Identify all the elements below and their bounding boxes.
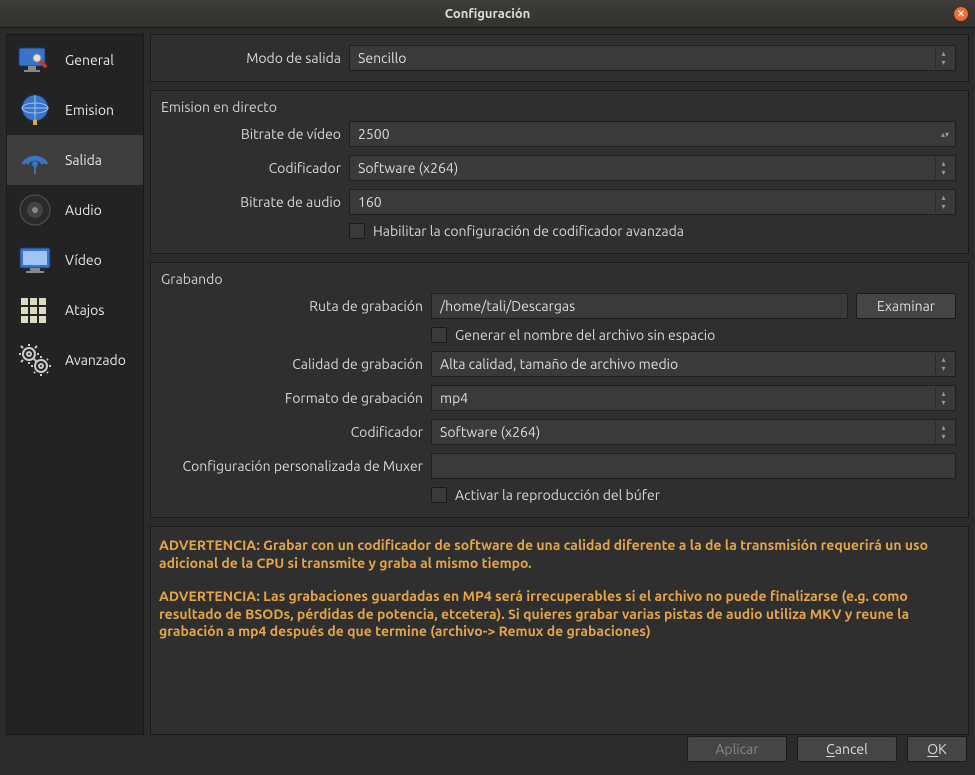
sidebar-item-label: General — [65, 52, 114, 68]
streaming-title: Emision en directo — [155, 95, 964, 117]
recording-format-label: Formato de grabación — [163, 390, 423, 406]
recording-path-label: Ruta de grabación — [163, 298, 423, 314]
sidebar-item-label: Audio — [65, 202, 102, 218]
recording-format-select[interactable]: mp4 ▴▾ — [431, 385, 956, 411]
video-bitrate-input[interactable]: 2500 ▴▾ — [349, 121, 956, 147]
recording-title: Grabando — [155, 267, 964, 289]
output-mode-value: Sencillo — [358, 50, 407, 66]
sidebar-item-label: Vídeo — [65, 252, 102, 268]
stream-encoder-label: Codificador — [163, 160, 341, 176]
sidebar-item-label: Atajos — [65, 302, 104, 318]
settings-sidebar: General Emision Salida Audio Vídeo — [6, 34, 144, 735]
apply-button: Aplicar — [687, 736, 787, 762]
sidebar-item-audio[interactable]: Audio — [7, 185, 143, 235]
warnings-panel: ADVERTENCIA: Grabar con un codificador d… — [150, 526, 969, 735]
sidebar-item-label: Salida — [65, 152, 102, 168]
sidebar-item-hotkeys[interactable]: Atajos — [7, 285, 143, 335]
output-mode-panel: Modo de salida Sencillo ▴▾ — [150, 34, 969, 82]
warning-text-2: ADVERTENCIA: Las grabaciones guardadas e… — [159, 588, 960, 641]
dropdown-caret-icon: ▴▾ — [935, 422, 951, 442]
stream-encoder-select[interactable]: Software (x264) ▴▾ — [349, 155, 956, 181]
broadcast-icon — [15, 140, 55, 180]
sidebar-item-label: Emision — [65, 102, 114, 118]
muxer-config-label: Configuración personalizada de Muxer — [163, 458, 423, 474]
recording-path-input[interactable] — [431, 293, 848, 319]
dropdown-caret-icon: ▴▾ — [935, 158, 951, 178]
cancel-button[interactable]: Cancel — [797, 736, 897, 762]
dropdown-caret-icon: ▴▾ — [935, 48, 951, 68]
sidebar-item-output[interactable]: Salida — [7, 135, 143, 185]
browse-button[interactable]: Examinar — [856, 293, 956, 319]
dropdown-caret-icon: ▴▾ — [935, 388, 951, 408]
close-button[interactable]: ✕ — [953, 6, 969, 22]
speaker-icon — [15, 190, 55, 230]
advanced-encoder-checkbox-label: Habilitar la configuración de codificado… — [373, 223, 684, 239]
grid-icon — [15, 290, 55, 330]
sidebar-item-general[interactable]: General — [7, 35, 143, 85]
dialog-footer: Aplicar Cancel OK — [0, 735, 975, 769]
globe-icon — [15, 90, 55, 130]
dropdown-caret-icon: ▴▾ — [935, 354, 951, 374]
streaming-panel: Emision en directo Bitrate de vídeo 2500… — [150, 90, 969, 254]
output-mode-select[interactable]: Sencillo ▴▾ — [349, 45, 956, 71]
filename-nospace-label: Generar el nombre del archivo sin espaci… — [455, 327, 715, 343]
output-mode-label: Modo de salida — [163, 50, 341, 66]
recording-quality-select[interactable]: Alta calidad, tamaño de archivo medio ▴▾ — [431, 351, 956, 377]
muxer-config-input[interactable] — [431, 453, 956, 479]
audio-bitrate-label: Bitrate de audio — [163, 194, 341, 210]
audio-bitrate-select[interactable]: 160 ▴▾ — [349, 189, 956, 215]
dropdown-caret-icon: ▴▾ — [935, 192, 951, 212]
advanced-encoder-checkbox[interactable] — [349, 223, 365, 239]
display-icon — [15, 240, 55, 280]
buffer-playback-label: Activar la reproducción del búfer — [455, 487, 660, 503]
ok-button[interactable]: OK — [907, 736, 967, 762]
recording-panel: Grabando Ruta de grabación Examinar Gene… — [150, 262, 969, 518]
titlebar: Configuración ✕ — [0, 0, 975, 28]
sidebar-item-video[interactable]: Vídeo — [7, 235, 143, 285]
gears-icon — [15, 340, 55, 380]
close-icon: ✕ — [957, 8, 965, 20]
buffer-playback-checkbox[interactable] — [431, 487, 447, 503]
sidebar-item-label: Avanzado — [65, 352, 126, 368]
video-bitrate-label: Bitrate de vídeo — [163, 126, 341, 142]
filename-nospace-checkbox[interactable] — [431, 327, 447, 343]
spinner-icon: ▴▾ — [937, 124, 953, 144]
monitor-wrench-icon — [15, 40, 55, 80]
sidebar-item-advanced[interactable]: Avanzado — [7, 335, 143, 385]
warning-text-1: ADVERTENCIA: Grabar con un codificador d… — [159, 537, 960, 572]
recording-encoder-label: Codificador — [163, 424, 423, 440]
recording-quality-label: Calidad de grabación — [163, 356, 423, 372]
sidebar-item-stream[interactable]: Emision — [7, 85, 143, 135]
recording-encoder-select[interactable]: Software (x264) ▴▾ — [431, 419, 956, 445]
window-title: Configuración — [445, 7, 531, 21]
